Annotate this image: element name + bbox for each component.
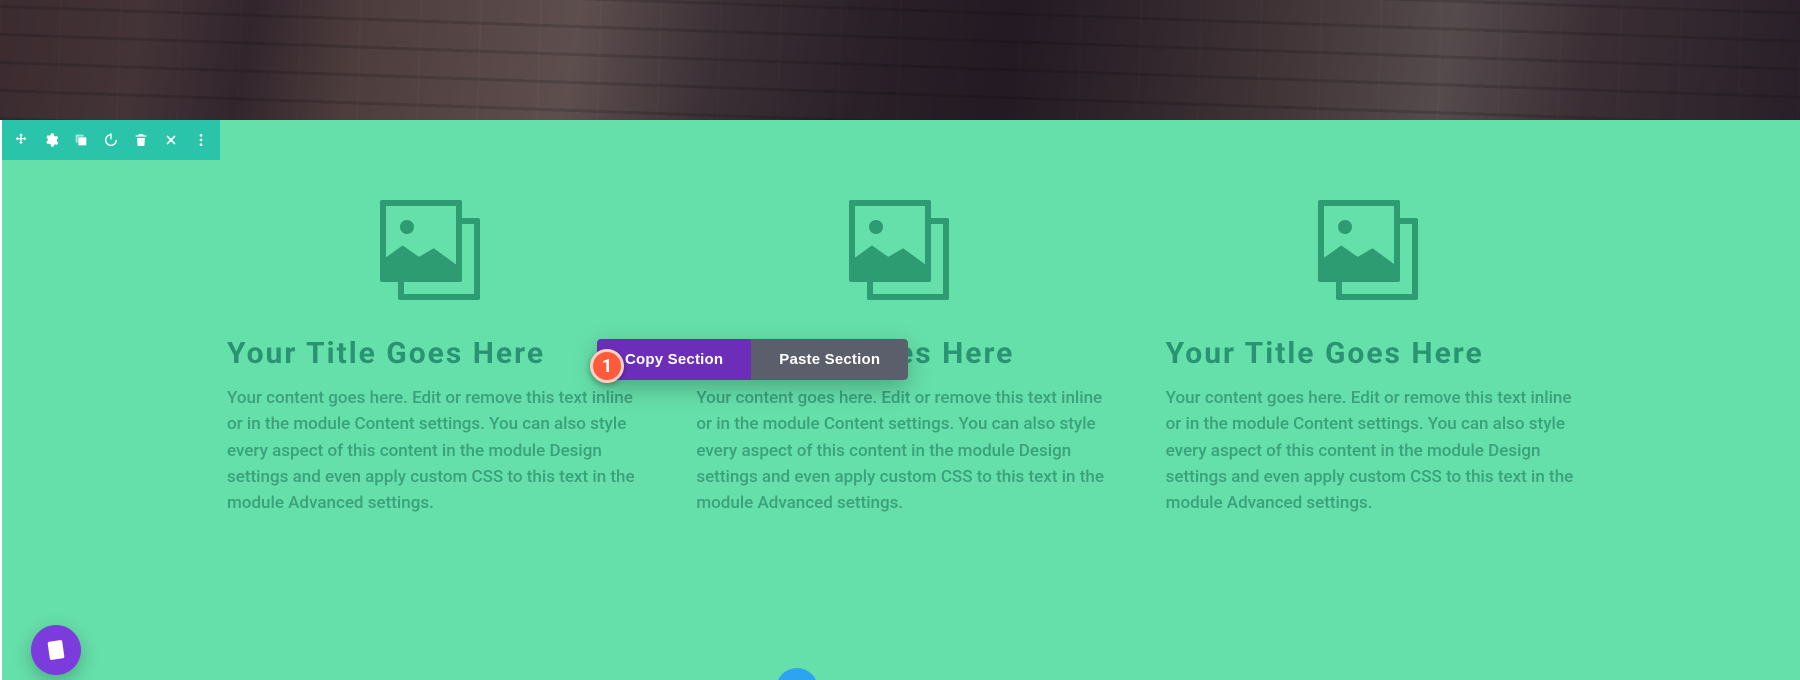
trash-icon[interactable] [128, 127, 154, 153]
image-placeholder-icon [380, 200, 484, 304]
column-3: Your Title Goes Here Your content goes h… [1166, 200, 1575, 517]
history-fab-button[interactable] [31, 625, 81, 675]
column-title: Your Title Goes Here [1166, 336, 1575, 371]
gear-icon[interactable] [38, 127, 64, 153]
duplicate-icon[interactable] [68, 127, 94, 153]
notes-icon [44, 638, 69, 663]
image-placeholder-icon [1318, 200, 1422, 304]
column-title: Your Title Goes Here [227, 336, 636, 371]
editable-section[interactable]: Your Title Goes Here Your content goes h… [2, 120, 1800, 680]
power-save-icon[interactable] [98, 127, 124, 153]
section-toolbar [2, 120, 220, 160]
column-body: Your content goes here. Edit or remove t… [696, 385, 1105, 517]
image-placeholder-icon [849, 200, 953, 304]
close-icon[interactable] [158, 127, 184, 153]
column-1: Your Title Goes Here Your content goes h… [227, 200, 636, 517]
paste-section-button[interactable]: Paste Section [751, 339, 908, 380]
column-body: Your content goes here. Edit or remove t… [1166, 385, 1575, 517]
hero-image [0, 0, 1800, 120]
more-icon[interactable] [188, 127, 214, 153]
add-section-circle-peek[interactable] [776, 668, 818, 680]
column-body: Your content goes here. Edit or remove t… [227, 385, 636, 517]
annotation-badge-1: 1 [590, 349, 624, 383]
move-icon[interactable] [8, 127, 34, 153]
section-context-menu: Copy Section Paste Section [597, 339, 908, 380]
